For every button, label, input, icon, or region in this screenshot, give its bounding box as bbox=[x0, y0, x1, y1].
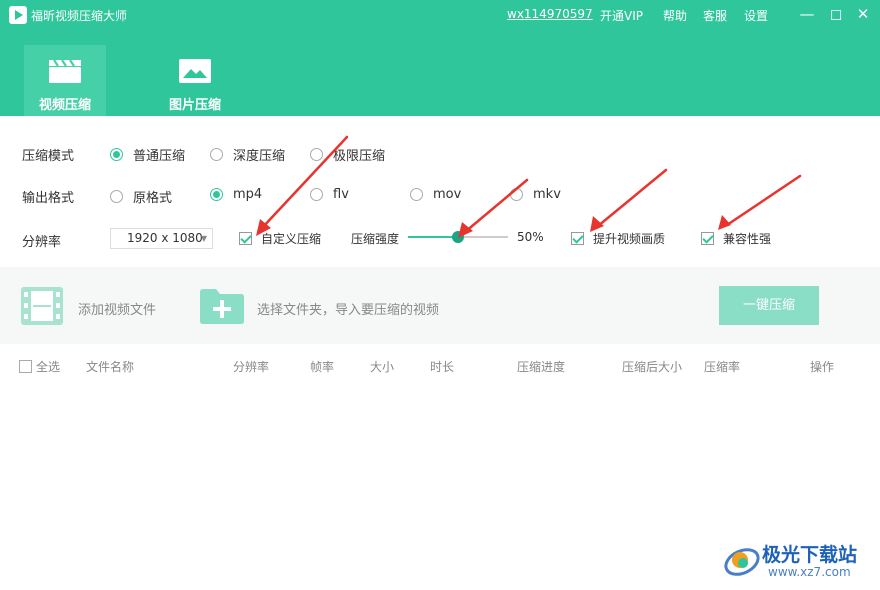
restore-icon[interactable]: ◻ bbox=[825, 3, 847, 25]
settings-link[interactable]: 设置 bbox=[744, 7, 768, 24]
column-compress-ratio: 压缩率 bbox=[704, 360, 741, 374]
column-resolution: 分辨率 bbox=[233, 360, 270, 374]
radio-icon[interactable] bbox=[110, 190, 123, 203]
format-option-original[interactable]: 原格式 bbox=[110, 187, 172, 206]
account-link[interactable]: wx114970597 bbox=[507, 7, 593, 21]
close-icon[interactable]: ✕ bbox=[852, 3, 874, 25]
resolution-label: 分辨率 bbox=[22, 235, 62, 250]
annotation-arrowhead bbox=[718, 215, 731, 230]
strength-slider[interactable] bbox=[408, 231, 508, 243]
checkbox-checked-icon[interactable] bbox=[239, 232, 252, 245]
column-frame-rate: 帧率 bbox=[310, 360, 335, 374]
resolution-select[interactable]: 1920 x 1080 ▼ bbox=[110, 228, 213, 249]
image-icon bbox=[178, 58, 212, 88]
radio-icon[interactable] bbox=[310, 148, 323, 161]
format-option-flv[interactable]: flv bbox=[310, 187, 349, 202]
slider-fill bbox=[408, 236, 458, 238]
column-size: 大小 bbox=[370, 360, 395, 374]
strength-value: 50% bbox=[517, 230, 544, 244]
custom-compress-checkbox[interactable]: 自定义压缩 bbox=[239, 230, 321, 247]
checkbox-checked-icon[interactable] bbox=[701, 232, 714, 245]
customer-service-link[interactable]: 客服 bbox=[703, 7, 727, 24]
slider-thumb[interactable] bbox=[452, 231, 464, 243]
strength-label: 压缩强度 bbox=[351, 232, 400, 246]
format-option-mov[interactable]: mov bbox=[410, 187, 461, 202]
column-actions: 操作 bbox=[810, 360, 835, 374]
radio-icon[interactable] bbox=[210, 148, 223, 161]
radio-icon[interactable] bbox=[510, 188, 523, 201]
mode-option-deep[interactable]: 深度压缩 bbox=[210, 145, 285, 164]
watermark-url: www.xz7.com bbox=[768, 565, 851, 579]
compress-mode-label: 压缩模式 bbox=[22, 149, 75, 164]
checkbox-checked-icon[interactable] bbox=[571, 232, 584, 245]
checkbox-icon[interactable] bbox=[19, 360, 32, 373]
app-header: 福昕视频压缩大师 wx114970597 开通VIP 帮助 客服 设置 — ◻ … bbox=[0, 0, 880, 116]
minimize-icon[interactable]: — bbox=[796, 3, 818, 25]
clapperboard-icon bbox=[48, 58, 82, 88]
tab-image-compress[interactable]: 图片压缩 bbox=[145, 45, 245, 116]
resolution-value: 1920 x 1080 bbox=[127, 231, 203, 245]
mode-option-extreme[interactable]: 极限压缩 bbox=[310, 145, 385, 164]
column-progress: 压缩进度 bbox=[517, 360, 566, 374]
select-all-checkbox[interactable]: 全选 bbox=[19, 358, 60, 375]
chevron-down-icon: ▼ bbox=[200, 234, 207, 243]
one-click-compress-button[interactable]: 一键压缩 bbox=[719, 286, 819, 325]
radio-icon[interactable] bbox=[410, 188, 423, 201]
enhance-quality-checkbox[interactable]: 提升视频画质 bbox=[571, 230, 665, 247]
watermark: 极光下载站 www.xz7.com bbox=[722, 538, 872, 584]
compatibility-checkbox[interactable]: 兼容性强 bbox=[701, 230, 771, 247]
title-bar: 福昕视频压缩大师 wx114970597 开通VIP 帮助 客服 设置 — ◻ … bbox=[0, 0, 880, 30]
tab-label: 视频压缩 bbox=[38, 98, 91, 113]
folder-add-icon[interactable] bbox=[199, 287, 245, 329]
column-duration: 时长 bbox=[430, 360, 455, 374]
film-icon[interactable] bbox=[20, 286, 64, 330]
tab-video-compress[interactable]: 视频压缩 bbox=[24, 45, 106, 116]
radio-selected-icon[interactable] bbox=[110, 148, 123, 161]
mode-option-normal[interactable]: 普通压缩 bbox=[110, 145, 185, 164]
app-title: 福昕视频压缩大师 bbox=[31, 9, 128, 23]
radio-icon[interactable] bbox=[310, 188, 323, 201]
annotation-arrow bbox=[725, 174, 802, 227]
output-format-label: 输出格式 bbox=[22, 191, 75, 206]
radio-selected-icon[interactable] bbox=[210, 188, 223, 201]
add-video-file-button[interactable]: 添加视频文件 bbox=[78, 299, 156, 318]
annotation-arrow bbox=[596, 168, 668, 228]
column-file-name: 文件名称 bbox=[86, 360, 135, 374]
vip-link[interactable]: 开通VIP bbox=[600, 7, 643, 24]
choose-folder-button[interactable]: 选择文件夹，导入要压缩的视频 bbox=[257, 299, 439, 318]
help-link[interactable]: 帮助 bbox=[663, 7, 687, 24]
app-logo-icon bbox=[9, 6, 27, 24]
tab-label: 图片压缩 bbox=[168, 98, 221, 113]
format-option-mkv[interactable]: mkv bbox=[510, 187, 561, 202]
column-compressed-size: 压缩后大小 bbox=[622, 360, 683, 374]
watermark-logo-icon bbox=[722, 540, 762, 580]
format-option-mp4[interactable]: mp4 bbox=[210, 187, 262, 202]
watermark-name: 极光下载站 bbox=[762, 544, 858, 566]
